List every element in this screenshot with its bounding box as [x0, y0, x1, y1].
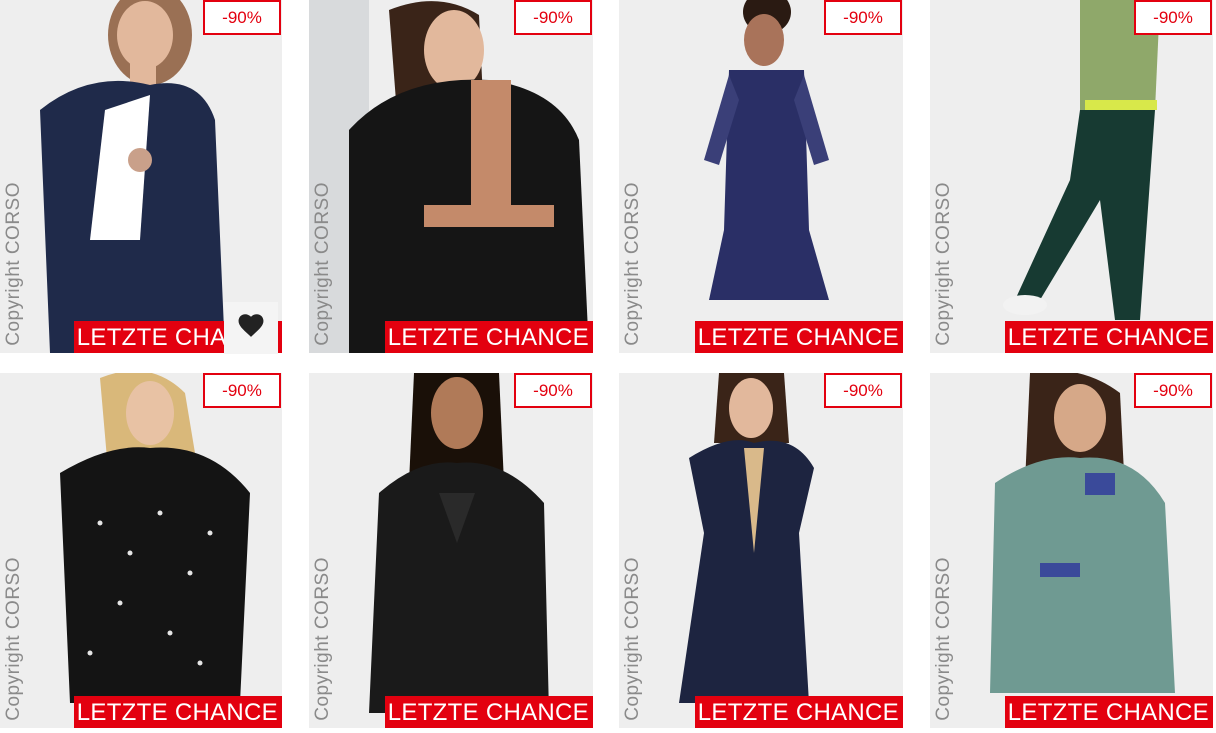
discount-badge: -90%	[1134, 0, 1212, 35]
copyright-label: Copyright CORSO	[933, 182, 954, 346]
product-grid: -90% Copyright CORSO LETZTE CHANCE -90% …	[0, 0, 1216, 733]
product-card[interactable]: -90% Copyright CORSO LETZTE CHANCE	[930, 0, 1213, 353]
product-card[interactable]: -90% Copyright CORSO LETZTE CHANCE	[930, 373, 1213, 728]
discount-badge: -90%	[824, 0, 902, 35]
promo-banner: LETZTE CHANCE	[694, 321, 903, 353]
product-card[interactable]: -90% Copyright CORSO LETZTE CHANCE	[309, 373, 593, 728]
product-photo[interactable]	[619, 373, 903, 728]
promo-banner: LETZTE CHANCE	[694, 696, 903, 728]
product-photo[interactable]	[0, 373, 282, 728]
discount-badge: -90%	[1134, 373, 1212, 408]
promo-banner: LETZTE CHANCE	[1004, 321, 1213, 353]
product-card[interactable]: -90% Copyright CORSO LETZTE CHANCE	[0, 0, 282, 353]
product-photo[interactable]	[619, 0, 903, 353]
heart-icon	[238, 313, 264, 343]
promo-banner: LETZTE CHANCE	[73, 696, 282, 728]
copyright-label: Copyright CORSO	[933, 557, 954, 721]
discount-badge: -90%	[203, 373, 281, 408]
product-photo[interactable]	[930, 0, 1213, 353]
promo-banner: LETZTE CHANCE	[1004, 696, 1213, 728]
discount-badge: -90%	[824, 373, 902, 408]
discount-badge: -90%	[514, 373, 592, 408]
product-photo[interactable]	[0, 0, 282, 353]
copyright-label: Copyright CORSO	[3, 557, 24, 721]
product-photo[interactable]	[309, 373, 593, 728]
product-photo[interactable]	[930, 373, 1213, 728]
discount-badge: -90%	[514, 0, 592, 35]
copyright-label: Copyright CORSO	[622, 557, 643, 721]
product-photo[interactable]	[309, 0, 593, 353]
product-card[interactable]: -90% Copyright CORSO LETZTE CHANCE	[309, 0, 593, 353]
copyright-label: Copyright CORSO	[312, 182, 333, 346]
copyright-label: Copyright CORSO	[312, 557, 333, 721]
copyright-label: Copyright CORSO	[622, 182, 643, 346]
discount-badge: -90%	[203, 0, 281, 35]
product-card[interactable]: -90% Copyright CORSO LETZTE CHANCE	[619, 0, 903, 353]
product-card[interactable]: -90% Copyright CORSO LETZTE CHANCE	[619, 373, 903, 728]
product-card[interactable]: -90% Copyright CORSO LETZTE CHANCE	[0, 373, 282, 728]
promo-banner: LETZTE CHANCE	[384, 696, 593, 728]
copyright-label: Copyright CORSO	[3, 182, 24, 346]
wishlist-button[interactable]	[224, 302, 278, 354]
promo-banner: LETZTE CHANCE	[384, 321, 593, 353]
